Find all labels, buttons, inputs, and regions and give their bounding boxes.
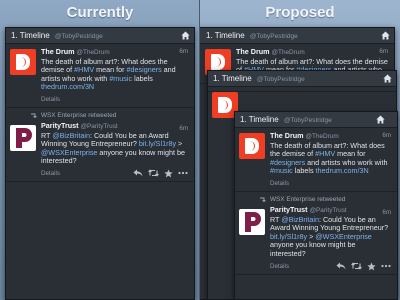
- reply-icon[interactable]: [336, 262, 346, 270]
- avatar[interactable]: [239, 208, 265, 235]
- tweet-author-handle[interactable]: @ParityTrust: [81, 123, 118, 130]
- more-icon[interactable]: [178, 171, 188, 175]
- tweet-text: The death of album art?: What does the d…: [41, 56, 176, 92]
- proposed-panel: Proposed 1. Timeline @TobyPestridge 6m T…: [200, 0, 400, 300]
- home-icon[interactable]: [383, 74, 392, 83]
- tweet-author-name[interactable]: The Drum: [270, 131, 304, 140]
- column-header[interactable]: 1. Timeline @TobyPestridge: [6, 28, 194, 44]
- tweet-author-name[interactable]: ParityTrust: [270, 205, 308, 214]
- tweet-text: RT @BizBritain: Could You be an Award Wi…: [41, 130, 185, 166]
- reply-icon[interactable]: [133, 169, 143, 177]
- details-link[interactable]: Details: [270, 180, 289, 189]
- retweet-note: WSX Enterprise retweeted: [31, 112, 190, 119]
- tweet-time: 6m: [382, 132, 391, 139]
- tweet-thedrum[interactable]: 6m The Drum @TheDrum The death of album …: [6, 44, 194, 108]
- more-icon[interactable]: [381, 264, 391, 268]
- retweet-small-icon: [260, 197, 266, 203]
- details-link[interactable]: Details: [41, 170, 60, 179]
- tweet-actions: [133, 168, 188, 179]
- tweet-time: 6m: [179, 48, 188, 55]
- tweet-time: 6m: [382, 208, 391, 216]
- tweet-author-name[interactable]: The Drum: [41, 47, 75, 56]
- column-header[interactable]: 1. Timeline @TobyPestridge: [208, 71, 396, 87]
- home-icon[interactable]: [181, 31, 190, 40]
- column-number: 1.: [240, 115, 247, 124]
- retweet-small-icon: [31, 113, 37, 119]
- star-icon[interactable]: [367, 261, 376, 271]
- retweet-note: WSX Enterprise retweeted: [260, 196, 393, 203]
- url-link[interactable]: thedrum.com/3N: [316, 166, 369, 176]
- tweet-author-handle[interactable]: @TheDrum: [77, 49, 110, 56]
- timeline-column: 1. Timeline @TobyPestridge 6m The Drum @…: [5, 27, 195, 300]
- tweet-time: 6m: [179, 124, 188, 132]
- tweet-author-name[interactable]: ParityTrust: [41, 121, 79, 130]
- tweet-paritytrust[interactable]: WSX Enterprise retweeted 6m ParityTrust …: [6, 108, 194, 182]
- column-header[interactable]: 1. Timeline @TobyPestridge: [200, 28, 394, 44]
- hashtag-link[interactable]: #music: [109, 74, 132, 83]
- details-link[interactable]: Details: [270, 263, 289, 272]
- column-number: 1.: [11, 31, 18, 40]
- column-handle: @TobyPestridge: [54, 33, 103, 40]
- home-icon[interactable]: [376, 115, 385, 124]
- avatar[interactable]: [10, 49, 36, 75]
- hashtag-link[interactable]: #music: [270, 166, 293, 176]
- proposed-heading: Proposed: [265, 4, 335, 21]
- tweet-thedrum[interactable]: 6m The Drum @TheDrum The death of album …: [235, 128, 397, 192]
- tweet-text: RT @BizBritain: Could You be an Award Wi…: [270, 214, 389, 258]
- column-title: Timeline: [19, 31, 50, 40]
- retweet-icon[interactable]: [148, 169, 159, 178]
- currently-panel: Currently 1. Timeline @TobyPestridge 6m …: [0, 0, 200, 300]
- tweet-actions: [336, 261, 391, 272]
- star-icon[interactable]: [164, 169, 173, 178]
- details-link[interactable]: Details: [41, 96, 60, 105]
- column-title: Timeline: [248, 115, 279, 124]
- avatar[interactable]: [239, 133, 265, 159]
- column-handle: @TobyPestridge: [283, 117, 332, 124]
- url-link[interactable]: thedrum.com/3N: [41, 82, 94, 92]
- tweet-thedrum[interactable]: [208, 87, 396, 118]
- column-header[interactable]: 1. Timeline @TobyPestridge: [235, 112, 397, 128]
- tweet-paritytrust[interactable]: WSX Enterprise retweeted 6m ParityTrust …: [235, 192, 397, 275]
- currently-heading: Currently: [66, 4, 134, 21]
- retweet-icon[interactable]: [351, 262, 362, 270]
- home-icon[interactable]: [381, 31, 390, 40]
- tweet-author-handle[interactable]: @TheDrum: [306, 133, 339, 140]
- tweet-text: The death of album art?: What does the d…: [270, 140, 388, 176]
- timeline-column-front: 1. Timeline @TobyPestridge 6m The Drum @…: [234, 111, 398, 300]
- tweet-author-handle[interactable]: @ParityTrust: [310, 207, 347, 214]
- avatar[interactable]: [10, 124, 36, 151]
